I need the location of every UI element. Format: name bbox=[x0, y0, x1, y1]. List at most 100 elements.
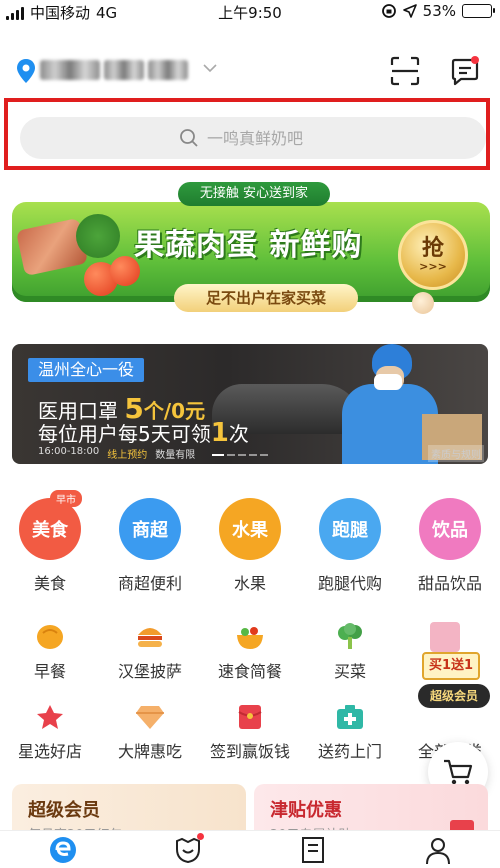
carousel-dots bbox=[212, 454, 268, 456]
notice-note: 素质与规则 bbox=[428, 445, 484, 462]
grab-button-arrows: >>> bbox=[419, 260, 447, 273]
promo-banner[interactable]: 无接触 安心送到家 果蔬肉蛋 新鲜购 足不出户在家买菜 抢 >>> bbox=[6, 180, 496, 330]
super-member-float[interactable]: 买1送1 超级会员 bbox=[414, 622, 500, 718]
battery-percent: 53% bbox=[422, 2, 456, 20]
carousel-dot bbox=[238, 454, 246, 456]
location-address[interactable] bbox=[40, 58, 190, 82]
category-burger[interactable]: 汉堡披萨 bbox=[100, 622, 200, 682]
burger-icon bbox=[134, 622, 166, 652]
notice-line2-prefix: 每位用户每5天可领 bbox=[38, 422, 211, 446]
battery-icon bbox=[462, 4, 495, 18]
category-row: 美食 早市 美食 商超 商超便利 水果 水果 跑腿 跑腿代购 饮品 甜品饮品 bbox=[0, 490, 500, 598]
egg-image bbox=[412, 292, 434, 314]
category-label: 大牌惠吃 bbox=[117, 742, 182, 761]
carousel-dot bbox=[249, 454, 257, 456]
category-label: 早餐 bbox=[33, 662, 66, 681]
promo-title: 果蔬肉蛋 新鲜购 bbox=[134, 228, 363, 263]
notice-booking: 线上预约 bbox=[107, 450, 148, 461]
promo-subtitle: 足不出户在家买菜 bbox=[174, 284, 358, 312]
blurred-address bbox=[148, 60, 188, 80]
red-packet-icon bbox=[234, 702, 266, 732]
category-food[interactable]: 美食 早市 美食 bbox=[0, 490, 100, 598]
category-checkin[interactable]: 签到赢饭钱 bbox=[200, 702, 300, 762]
promo-tag: 无接触 安心送到家 bbox=[178, 182, 330, 206]
diamond-icon bbox=[134, 702, 166, 732]
location-pin-icon[interactable] bbox=[16, 58, 36, 84]
rider-mask-image bbox=[374, 374, 402, 390]
cart-icon bbox=[444, 759, 473, 785]
super-member-label: 超级会员 bbox=[418, 684, 490, 708]
tab-profile[interactable] bbox=[375, 831, 500, 868]
status-right: 53% bbox=[381, 2, 495, 20]
category-label: 速食简餐 bbox=[217, 662, 282, 681]
breakfast-icon bbox=[34, 622, 66, 652]
message-button[interactable] bbox=[449, 56, 481, 88]
category-supermarket[interactable]: 商超 商超便利 bbox=[100, 498, 200, 598]
fruit-category-icon: 水果 bbox=[219, 498, 281, 560]
card-title: 超级会员 bbox=[28, 800, 100, 821]
fastfood-icon bbox=[234, 622, 266, 652]
category-label: 买菜 bbox=[333, 662, 366, 681]
scan-icon[interactable] bbox=[390, 56, 420, 86]
medicine-icon bbox=[334, 702, 366, 732]
drinks-category-icon: 饮品 bbox=[419, 498, 481, 560]
category-breakfast[interactable]: 早餐 bbox=[0, 622, 100, 682]
category-label: 商超便利 bbox=[117, 574, 182, 593]
category-fruit[interactable]: 水果 水果 bbox=[200, 498, 300, 598]
tab-bar bbox=[0, 830, 500, 868]
home-logo-icon bbox=[49, 836, 76, 863]
category-drinks[interactable]: 饮品 甜品饮品 bbox=[400, 498, 500, 598]
search-icon bbox=[180, 129, 198, 147]
notice-banner[interactable]: 温州全心一役 医用口罩 5个/0元 每位用户每5天可领1次 16:00-18:0… bbox=[12, 344, 488, 464]
notification-dot bbox=[471, 56, 479, 64]
gift-box-icon bbox=[430, 622, 460, 652]
rotation-lock-icon bbox=[381, 4, 396, 18]
errand-category-icon: 跑腿 bbox=[319, 498, 381, 560]
notice-limit: 数量有限 bbox=[155, 450, 196, 461]
category-medicine[interactable]: 送药上门 bbox=[300, 702, 400, 762]
category-fastfood[interactable]: 速食简餐 bbox=[200, 622, 300, 682]
category-label: 水果 bbox=[233, 574, 266, 593]
carousel-dot bbox=[212, 454, 224, 456]
tab-orders[interactable] bbox=[250, 831, 375, 868]
chevron-down-icon[interactable] bbox=[202, 62, 218, 74]
buy-one-get-one: 买1送1 bbox=[422, 652, 480, 680]
carousel-dot bbox=[260, 454, 268, 456]
notice-line2-suffix: 次 bbox=[228, 422, 249, 446]
search-bar[interactable] bbox=[20, 117, 486, 159]
blurred-address bbox=[40, 60, 100, 80]
supermarket-category-icon: 商超 bbox=[119, 498, 181, 560]
status-bar: 中国移动 4G 上午9:50 53% bbox=[0, 0, 500, 22]
notification-dot bbox=[197, 833, 204, 840]
category-label: 美食 bbox=[33, 574, 66, 593]
card-title: 津贴优惠 bbox=[270, 800, 342, 821]
search-highlight-frame bbox=[4, 98, 490, 170]
category-star-shop[interactable]: 星选好店 bbox=[0, 702, 100, 762]
search-input[interactable] bbox=[207, 128, 327, 148]
category-label: 甜品饮品 bbox=[417, 574, 482, 593]
tab-home[interactable] bbox=[0, 831, 125, 868]
notice-tag: 温州全心一役 bbox=[28, 358, 145, 382]
category-label: 送药上门 bbox=[317, 742, 382, 761]
grab-button[interactable]: 抢 >>> bbox=[398, 220, 468, 290]
notice-line2: 每位用户每5天可领1次 bbox=[38, 418, 249, 448]
category-label: 跑腿代购 bbox=[317, 574, 382, 593]
tab-discover[interactable] bbox=[125, 831, 250, 868]
category-label: 汉堡披萨 bbox=[117, 662, 182, 681]
food-category-icon: 美食 bbox=[19, 498, 81, 560]
notice-time: 16:00-18:00 bbox=[38, 446, 100, 457]
morning-market-badge: 早市 bbox=[50, 490, 82, 507]
location-arrow-icon bbox=[402, 4, 417, 18]
notice-line2-highlight: 1 bbox=[210, 418, 229, 448]
blurred-address bbox=[104, 60, 144, 80]
notice-footer: 16:00-18:00 线上预约 数量有限 bbox=[38, 446, 195, 461]
star-shop-icon bbox=[34, 702, 66, 732]
orders-icon bbox=[301, 836, 324, 863]
category-label: 签到赢饭钱 bbox=[209, 742, 290, 761]
header bbox=[0, 46, 500, 96]
profile-icon bbox=[425, 837, 450, 864]
category-vegetable[interactable]: 买菜 bbox=[300, 622, 400, 682]
category-errand[interactable]: 跑腿 跑腿代购 bbox=[300, 498, 400, 598]
category-brand-deal[interactable]: 大牌惠吃 bbox=[100, 702, 200, 762]
vegetable-icon bbox=[334, 622, 366, 652]
